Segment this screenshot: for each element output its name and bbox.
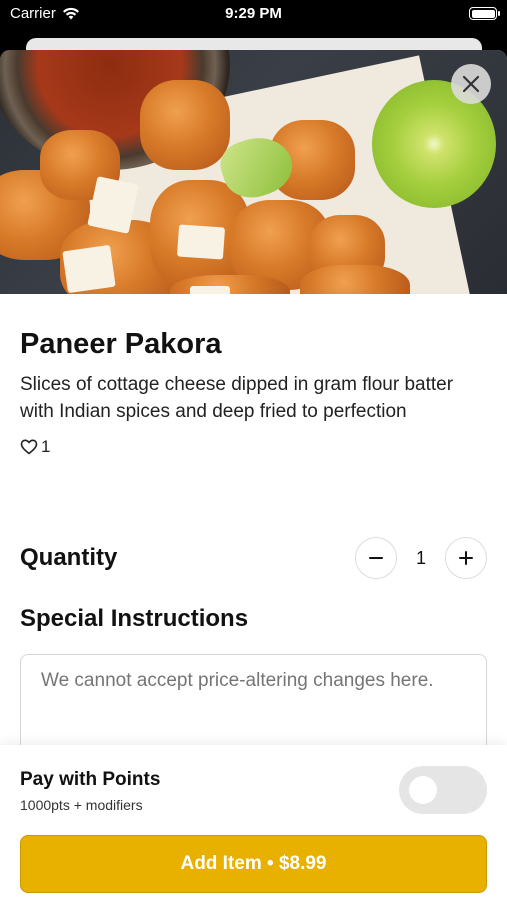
like-button[interactable]: 1: [20, 437, 487, 457]
pay-with-points-subtitle: 1000pts + modifiers: [20, 797, 143, 813]
like-count: 1: [41, 437, 51, 456]
quantity-label: Quantity: [20, 544, 118, 571]
quantity-value: 1: [415, 547, 426, 568]
checkout-footer: Pay with Points 1000pts + modifiers Add …: [0, 745, 507, 900]
pay-with-points-title: Pay with Points: [20, 769, 161, 790]
close-button[interactable]: [451, 64, 491, 104]
status-time: 9:29 PM: [225, 5, 282, 22]
item-description: Slices of cottage cheese dipped in gram …: [20, 374, 454, 422]
special-instructions-label: Special Instructions: [20, 605, 249, 632]
decrease-quantity-button[interactable]: [355, 537, 397, 579]
item-detail-sheet: Paneer Pakora Slices of cottage cheese d…: [0, 50, 507, 900]
battery-icon: [469, 7, 500, 20]
increase-quantity-button[interactable]: [445, 537, 487, 579]
pay-with-points-toggle[interactable]: [399, 766, 487, 814]
heart-icon: [20, 439, 38, 455]
quantity-stepper: 1: [355, 537, 487, 579]
close-icon: [462, 75, 480, 93]
status-bar: Carrier 9:29 PM: [0, 0, 507, 30]
plus-icon: [459, 551, 473, 565]
minus-icon: [369, 557, 383, 559]
item-title: Paneer Pakora: [20, 328, 222, 360]
toggle-knob: [409, 776, 437, 804]
item-photo: [0, 50, 507, 294]
add-item-button[interactable]: Add Item • $8.99: [20, 835, 487, 893]
quantity-row: Quantity 1: [20, 535, 487, 581]
